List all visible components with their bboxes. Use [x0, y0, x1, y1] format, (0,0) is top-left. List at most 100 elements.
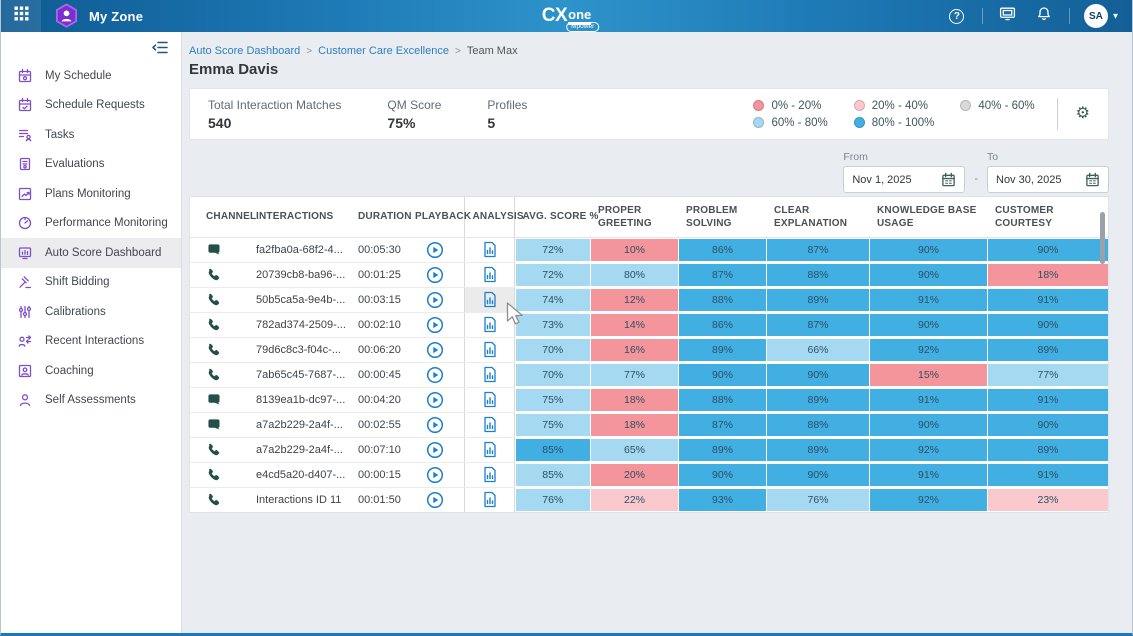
- analysis-button[interactable]: [481, 341, 498, 358]
- sidebar-item-auto-score-dashboard[interactable]: Auto Score Dashboard: [1, 238, 181, 268]
- score-value: 92%: [870, 439, 987, 461]
- sidebar-item-coaching[interactable]: Coaching: [1, 356, 181, 386]
- score-cell: 12%: [590, 287, 678, 312]
- play-button[interactable]: [426, 491, 444, 509]
- analysis-button[interactable]: [481, 391, 498, 408]
- analysis-button[interactable]: [481, 466, 498, 483]
- interactions-table: CHANNELINTERACTIONSDURATIONPLAYBACKANALY…: [190, 197, 1108, 512]
- table-row: Interactions ID 1100:01:5076%22%93%76%92…: [190, 487, 1108, 512]
- score-cell: 65%: [590, 437, 678, 462]
- notifications-button[interactable]: [1033, 5, 1055, 27]
- analysis-button[interactable]: [481, 266, 498, 283]
- duration-cell: 00:00:45: [350, 362, 407, 387]
- playback-cell: [407, 487, 464, 512]
- interaction-id: fa2fba0a-68f2-4...: [248, 237, 350, 262]
- screen-share-button[interactable]: [997, 5, 1019, 27]
- score-value: 89%: [767, 289, 869, 311]
- score-cell: 90%: [678, 462, 766, 487]
- score-cell: 16%: [590, 337, 678, 362]
- col-header-knowledge-base-usage[interactable]: KNOWLEDGE BASE USAGE: [869, 197, 987, 237]
- analysis-button[interactable]: [481, 491, 498, 508]
- col-header-channel[interactable]: CHANNEL: [190, 197, 248, 237]
- calibrations-icon: [16, 303, 33, 320]
- sidebar-item-evaluations[interactable]: Evaluations: [1, 150, 181, 180]
- score-value: 90%: [767, 364, 869, 386]
- score-cell: 74%: [514, 287, 590, 312]
- my-zone-logo-icon[interactable]: [54, 3, 79, 30]
- phone-icon: [206, 267, 221, 282]
- sidebar-item-tasks[interactable]: Tasks: [1, 120, 181, 150]
- col-header-duration[interactable]: DURATION: [350, 197, 407, 237]
- col-header-playback[interactable]: PLAYBACK: [407, 197, 464, 237]
- col-header-interactions[interactable]: INTERACTIONS: [248, 197, 350, 237]
- app-launcher-button[interactable]: [1, 0, 41, 32]
- interaction-id: 20739cb8-ba96-...: [248, 262, 350, 287]
- score-cell: 70%: [514, 337, 590, 362]
- interaction-id: 79d6c8c3-f04c-...: [248, 337, 350, 362]
- col-header-analysis[interactable]: ANALYSIS: [464, 197, 514, 237]
- sidebar-nav: My ScheduleSchedule RequestsTasksEvaluat…: [1, 61, 181, 415]
- play-button[interactable]: [426, 466, 444, 484]
- score-cell: 87%: [766, 237, 869, 262]
- play-button[interactable]: [426, 241, 444, 259]
- breadcrumb-item-auto-score-dashboard[interactable]: Auto Score Dashboard: [189, 45, 300, 57]
- interaction-id: 50b5ca5a-9e4b-...: [248, 287, 350, 312]
- stat-label: Profiles: [487, 98, 527, 112]
- score-cell: 86%: [678, 312, 766, 337]
- col-header-proper-greeting[interactable]: PROPER GREETING: [590, 197, 678, 237]
- play-button[interactable]: [426, 391, 444, 409]
- app-title: My Zone: [89, 9, 143, 24]
- col-header-problem-solving[interactable]: PROBLEM SOLVING: [678, 197, 766, 237]
- calendar-icon[interactable]: [941, 172, 956, 187]
- vertical-scrollbar[interactable]: [1100, 212, 1105, 264]
- legend-item-40-60: 40% - 60%: [960, 100, 1034, 112]
- score-value: 85%: [516, 439, 591, 461]
- settings-gear-icon[interactable]: ⚙: [1076, 106, 1090, 122]
- play-button[interactable]: [426, 416, 444, 434]
- breadcrumb-item-customer-care-excellence[interactable]: Customer Care Excellence: [318, 45, 449, 57]
- main-content: Auto Score Dashboard > Customer Care Excel…: [182, 32, 1133, 633]
- score-value: 10%: [591, 239, 678, 261]
- sidebar-item-schedule-requests[interactable]: Schedule Requests: [1, 91, 181, 121]
- col-header-avg-score[interactable]: AVG. SCORE %: [514, 197, 590, 237]
- breadcrumb-separator: >: [455, 46, 461, 57]
- score-value: 77%: [988, 364, 1108, 386]
- play-button[interactable]: [426, 366, 444, 384]
- analysis-button[interactable]: [481, 316, 498, 333]
- calendar-icon[interactable]: [1085, 172, 1100, 187]
- play-button[interactable]: [426, 441, 444, 459]
- sidebar-item-shift-bidding[interactable]: Shift Bidding: [1, 268, 181, 298]
- score-value: 90%: [988, 414, 1108, 436]
- col-header-customer-courtesy[interactable]: CUSTOMER COURTESY: [987, 197, 1108, 237]
- score-value: 89%: [679, 439, 766, 461]
- analysis-button[interactable]: [481, 441, 498, 458]
- col-header-clear-explanation[interactable]: CLEAR EXPLANATION: [766, 197, 869, 237]
- help-button[interactable]: ?: [946, 5, 968, 27]
- sidebar-item-my-schedule[interactable]: My Schedule: [1, 61, 181, 91]
- from-date-input[interactable]: Nov 1, 2025: [843, 166, 965, 193]
- score-cell: 91%: [987, 287, 1108, 312]
- sidebar-item-performance-monitoring[interactable]: Performance Monitoring: [1, 209, 181, 239]
- to-date-input[interactable]: Nov 30, 2025: [987, 166, 1109, 193]
- sidebar-item-calibrations[interactable]: Calibrations: [1, 297, 181, 327]
- sidebar-item-self-assessments[interactable]: Self Assessments: [1, 386, 181, 416]
- phone-icon: [206, 467, 221, 482]
- play-button[interactable]: [426, 266, 444, 284]
- score-cell: 90%: [987, 237, 1108, 262]
- score-cell: 15%: [869, 362, 987, 387]
- channel-cell: [190, 362, 248, 387]
- analysis-button[interactable]: [481, 366, 498, 383]
- user-menu[interactable]: SA ▾: [1084, 4, 1118, 28]
- play-button[interactable]: [426, 341, 444, 359]
- sidebar-item-plans-monitoring[interactable]: Plans Monitoring: [1, 179, 181, 209]
- sidebar-collapse-button[interactable]: [151, 40, 169, 55]
- score-value: 15%: [870, 364, 987, 386]
- play-button[interactable]: [426, 316, 444, 334]
- score-cell: 76%: [766, 487, 869, 512]
- analysis-button[interactable]: [481, 291, 498, 308]
- sidebar-item-recent-interactions[interactable]: Recent Interactions: [1, 327, 181, 357]
- score-value: 23%: [988, 489, 1108, 511]
- analysis-button[interactable]: [481, 416, 498, 433]
- analysis-button[interactable]: [481, 241, 498, 258]
- play-button[interactable]: [426, 291, 444, 309]
